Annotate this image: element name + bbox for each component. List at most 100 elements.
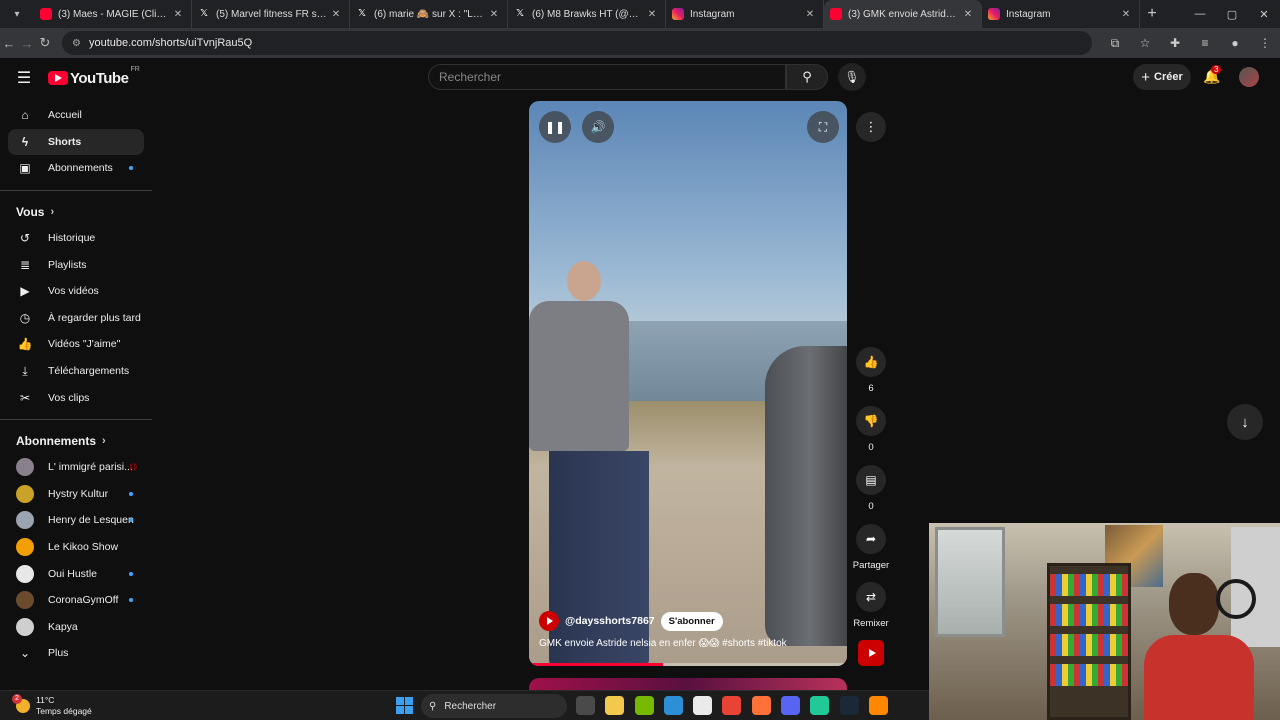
sidebar-item[interactable]: ▶ Vos vidéos: [0, 278, 152, 305]
windows-start-icon[interactable]: [396, 697, 413, 714]
channel-avatar[interactable]: [539, 611, 559, 631]
sidebar-item[interactable]: ↺ Historique: [0, 225, 152, 252]
nvidia-icon[interactable]: [634, 696, 654, 715]
short-channel-row: @daysshorts7867 S'abonner: [539, 611, 723, 631]
sidebar-item-label: À regarder plus tard: [48, 311, 141, 324]
share-icon: ➦: [865, 532, 877, 546]
reload-icon[interactable]: ↻: [36, 35, 54, 51]
media-control-icon[interactable]: ≡: [1190, 36, 1220, 51]
youtube-logo[interactable]: YouTube FR: [48, 66, 140, 87]
forward-icon[interactable]: →: [18, 36, 36, 51]
sidebar-item[interactable]: ⤓ Téléchargements: [0, 358, 152, 385]
create-button[interactable]: + Créer: [1133, 64, 1191, 90]
close-tab-icon[interactable]: ✕: [171, 9, 185, 20]
maximize-icon[interactable]: ▢: [1216, 8, 1248, 21]
short-title[interactable]: GMK envoie Astride nelsia en enfer 😱😱 #s…: [539, 638, 787, 649]
channel-avatar: [16, 591, 34, 610]
dislike-button[interactable]: 👎: [856, 406, 886, 436]
sidebar-item[interactable]: ≣ Playlists: [0, 251, 152, 278]
sidebar-item[interactable]: ⌂ Accueil: [0, 102, 152, 129]
sidebar-more-button[interactable]: ⌄ Plus: [0, 640, 152, 667]
you-heading-label: Vous: [16, 204, 45, 219]
install-app-icon[interactable]: ⧉: [1100, 36, 1130, 51]
fullscreen-button[interactable]: ⛶: [807, 111, 839, 143]
search-input[interactable]: [439, 70, 785, 84]
channel-name[interactable]: @daysshorts7867: [565, 615, 655, 627]
browser-tab[interactable]: 𝕏 (6) M8 Brawks HT (@BrokyBraw✕: [508, 0, 666, 28]
taskbar-search[interactable]: ⚲ Rechercher: [421, 694, 567, 718]
menu-hamburger-icon[interactable]: ☰: [0, 68, 48, 88]
tab-search-icon[interactable]: ▾: [6, 3, 28, 25]
like-button[interactable]: 👍: [856, 347, 886, 377]
sidebar-item[interactable]: L' immigré parisi... ((·)): [0, 454, 152, 481]
steam-icon[interactable]: [839, 696, 859, 715]
share-button[interactable]: ➦: [856, 524, 886, 554]
close-tab-icon[interactable]: ✕: [961, 9, 975, 20]
edge-icon[interactable]: [663, 696, 683, 715]
sidebar-subscriptions-heading[interactable]: Abonnements ›: [0, 428, 152, 454]
profile-icon[interactable]: ●: [1220, 36, 1250, 51]
pause-button[interactable]: ❚❚: [539, 111, 571, 143]
next-short-button[interactable]: ↓: [1227, 404, 1263, 440]
sidebar-item[interactable]: ϟ Shorts: [8, 128, 144, 156]
file-explorer-icon[interactable]: [605, 696, 625, 715]
browser-tab[interactable]: Instagram ✕: [982, 0, 1140, 28]
bookmark-star-icon[interactable]: ☆: [1130, 36, 1160, 51]
browser-tab[interactable]: 𝕏 (5) Marvel fitness FR sur X : "Ne✕: [192, 0, 350, 28]
volume-button[interactable]: 🔊: [582, 111, 614, 143]
chrome-icon[interactable]: [722, 696, 742, 715]
account-avatar[interactable]: [1239, 67, 1259, 87]
sidebar-item[interactable]: Oui Hustle: [0, 560, 152, 587]
pause-icon: ❚❚: [544, 120, 566, 134]
discord-icon[interactable]: [781, 696, 801, 715]
new-tab-icon[interactable]: +: [1140, 5, 1164, 23]
sidebar-item[interactable]: Hystry Kultur: [0, 481, 152, 508]
browser-tab[interactable]: Instagram ✕: [666, 0, 824, 28]
close-tab-icon[interactable]: ✕: [1119, 9, 1133, 20]
site-info-icon[interactable]: ⚙: [72, 38, 81, 49]
back-icon[interactable]: ←: [0, 36, 18, 51]
browser-tab[interactable]: 𝕏 (6) marie 🙈 sur X : "La théorie✕: [350, 0, 508, 28]
short-video-player[interactable]: ❚❚ 🔊 ⛶ @daysshorts7867 S'abonner GMK env…: [529, 101, 847, 666]
sidebar-item[interactable]: ◷ À regarder plus tard: [0, 305, 152, 332]
sidebar-item[interactable]: 👍 Vidéos "J'aime": [0, 331, 152, 358]
webcam-person: [1144, 573, 1256, 720]
voice-search-button[interactable]: 🎙: [838, 63, 866, 91]
webcam-overlay: [929, 523, 1280, 720]
extensions-icon[interactable]: ✚: [1160, 36, 1190, 51]
sidebar-item[interactable]: Le Kikoo Show: [0, 534, 152, 561]
video-progress-bar[interactable]: [529, 663, 847, 666]
sidebar-item[interactable]: ✂ Vos clips: [0, 384, 152, 411]
browser-tab[interactable]: (3) Maes - MAGIE (Clip Officiel)✕: [34, 0, 192, 28]
weather-widget[interactable]: 11°C Temps dégagé: [0, 693, 200, 717]
close-tab-icon[interactable]: ✕: [803, 9, 817, 20]
notifications-button[interactable]: 🔔 3: [1203, 65, 1222, 85]
window-controls: — ▢ ✕: [1184, 8, 1280, 21]
search-button[interactable]: ⚲: [786, 64, 828, 90]
remix-button[interactable]: ⇄: [856, 582, 886, 612]
subscribe-button[interactable]: S'abonner: [660, 611, 723, 631]
close-tab-icon[interactable]: ✕: [645, 9, 659, 20]
sidebar-you-heading[interactable]: Vous ›: [0, 199, 152, 225]
vlc-icon[interactable]: [868, 696, 888, 715]
sidebar-item[interactable]: ▣ Abonnements: [0, 155, 152, 182]
firefox-icon[interactable]: [751, 696, 771, 715]
task-view-icon[interactable]: [576, 696, 595, 715]
sidebar-item[interactable]: Kapya: [0, 614, 152, 641]
sound-thumbnail[interactable]: [858, 640, 884, 666]
browser-tab[interactable]: (3) GMK envoie Astride nel ✕: [824, 0, 982, 28]
url-field[interactable]: ⚙ youtube.com/shorts/uiTvnjRau5Q: [62, 31, 1092, 55]
sidebar-item[interactable]: CoronaGymOff: [0, 587, 152, 614]
sidebar-item[interactable]: Henry de Lesquen: [0, 507, 152, 534]
close-tab-icon[interactable]: ✕: [329, 9, 343, 20]
close-tab-icon[interactable]: ✕: [487, 9, 501, 20]
minimize-icon[interactable]: —: [1184, 8, 1216, 21]
ms-store-icon[interactable]: [693, 696, 713, 715]
close-window-icon[interactable]: ✕: [1248, 8, 1280, 21]
instagram-icon: [672, 8, 684, 20]
app-teal-icon[interactable]: [810, 696, 830, 715]
webcam-window: [935, 527, 1005, 637]
browser-menu-icon[interactable]: ⋮: [1250, 36, 1280, 51]
more-options-button[interactable]: ⋮: [856, 112, 886, 142]
comments-button[interactable]: ▤: [856, 465, 886, 495]
